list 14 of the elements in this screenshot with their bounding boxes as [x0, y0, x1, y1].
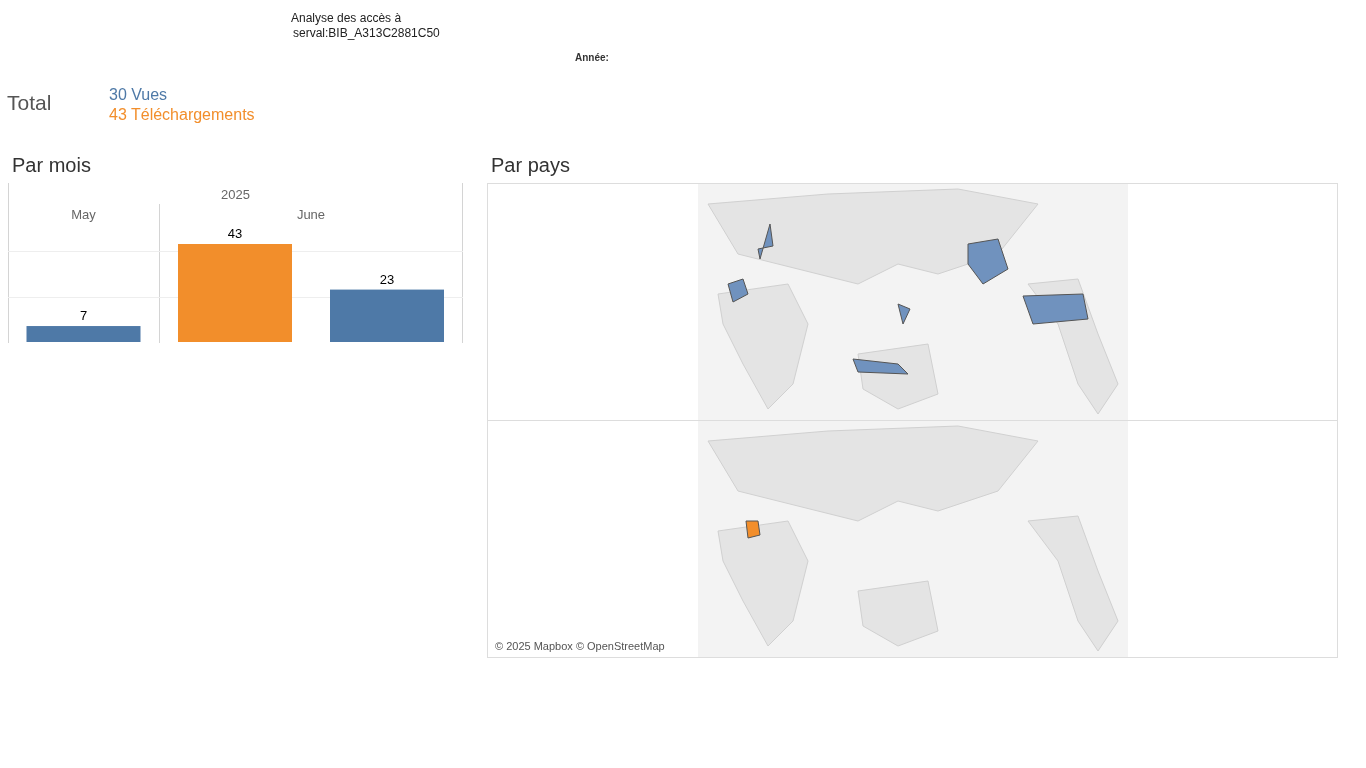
bar-value-label: 7 — [79, 308, 88, 324]
year-header: 2025 — [220, 186, 251, 204]
section-title: Par mois — [12, 153, 91, 178]
total-metric: 30 Vues — [109, 85, 169, 105]
bar-value-label: 23 — [379, 271, 395, 287]
total-metric: 43 Téléchargements — [109, 105, 255, 125]
report-subtitle: serval:BIB_A313C2881C50 — [292, 26, 440, 41]
month-header: May — [70, 206, 97, 224]
section-title: Par pays — [491, 153, 570, 178]
year-filter-label: Année: — [575, 51, 609, 65]
bar-value-label: 43 — [227, 226, 243, 241]
total-label: Total — [7, 90, 52, 116]
month-header: June — [295, 206, 327, 224]
report-title: Analyse des accès à — [291, 11, 403, 26]
